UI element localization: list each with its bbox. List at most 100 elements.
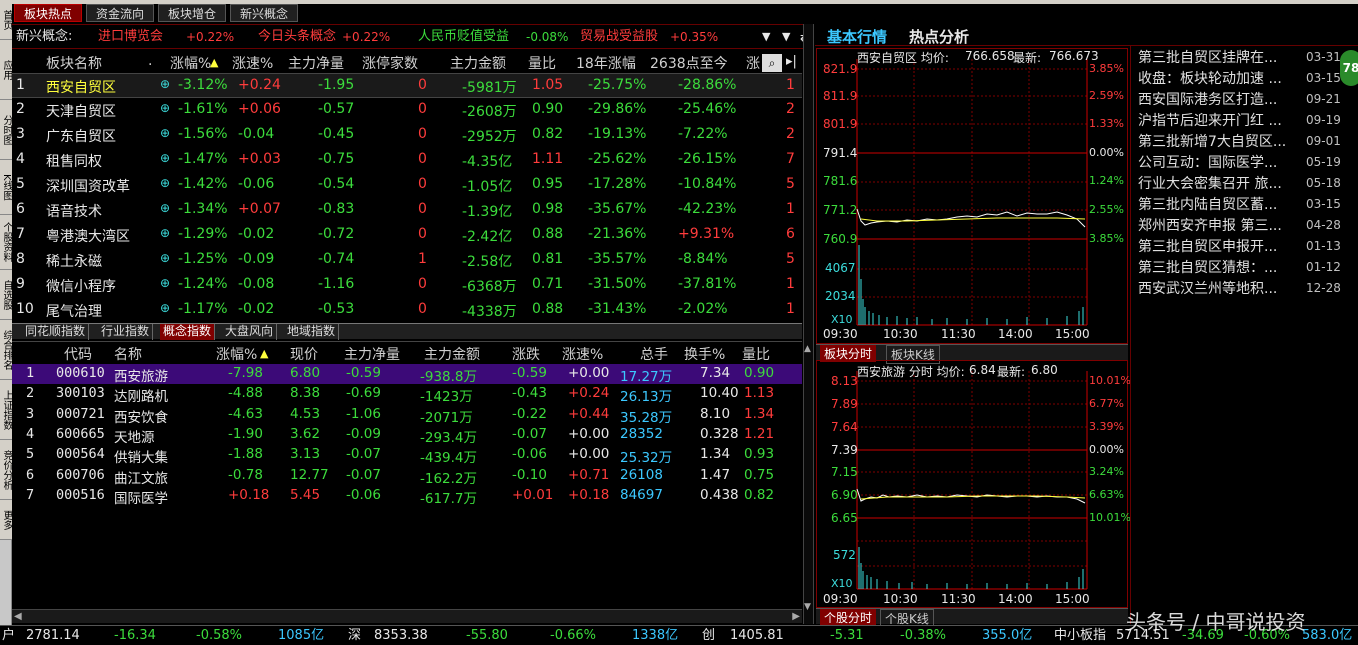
col-main-amount[interactable]: 主力金额 xyxy=(450,53,506,73)
concept-item-name[interactable]: 今日头条概念 xyxy=(258,25,336,49)
board-row[interactable]: 3 广东自贸区 ⊕ -1.56% -0.04 -0.45 0 -2952万 0.82 -19.13… xyxy=(12,123,802,148)
news-item[interactable]: 郑州西安齐申报 第三... xyxy=(1138,215,1318,235)
news-item[interactable]: 公司互动：国际医学... xyxy=(1138,152,1318,172)
tab-basic-quote[interactable]: 基本行情 xyxy=(827,26,887,47)
left-tab-more[interactable]: 更多 xyxy=(0,500,12,540)
stock-intraday-chart[interactable]: 西安旅游 分时 均价: 6.84 最新: 6.80 8.13 7.89 7.64… xyxy=(816,360,1131,608)
news-item[interactable]: 行业大会密集召开 旅... xyxy=(1138,173,1318,193)
plus-icon[interactable]: ⊕ xyxy=(160,301,170,315)
plus-icon[interactable]: ⊕ xyxy=(160,276,170,290)
sh-index[interactable]: 2781.14 xyxy=(26,626,80,645)
left-tab-sh-index[interactable]: 上证指数 xyxy=(0,380,12,440)
tab-industry-index[interactable]: 行业指数 xyxy=(98,324,154,340)
col-speed[interactable]: 涨速% xyxy=(232,53,273,73)
col-board-name[interactable]: 板块名称 xyxy=(46,53,102,73)
tab-sector-increase[interactable]: 板块增仓 xyxy=(158,4,226,22)
plus-icon[interactable]: ⊕ xyxy=(160,77,170,91)
col-change-pct[interactable]: 涨幅% xyxy=(216,344,257,364)
board-row[interactable]: 5 深圳国资改革 ⊕ -1.42% -0.06 -0.54 0 -1.05亿 0.95 -17.2… xyxy=(12,173,802,198)
plus-icon[interactable]: ⊕ xyxy=(160,201,170,215)
pin-icon[interactable]: ▸| xyxy=(786,54,797,69)
chevron-down-icon[interactable]: ▼ xyxy=(782,25,790,49)
notification-badge[interactable]: 78 xyxy=(1340,50,1358,86)
board-row[interactable]: 7 粤港澳大湾区 ⊕ -1.29% -0.02 -0.72 0 -2.42亿 0.88 -21.3… xyxy=(12,223,802,248)
left-tab-watchlist[interactable]: 自选股 xyxy=(0,270,12,320)
sector-intraday-chart[interactable]: 西安自贸区 均价: 766.658 最新: 766.673 821.9 811.… xyxy=(816,48,1128,344)
scroll-up-icon[interactable]: ▲ xyxy=(804,344,811,354)
plus-icon[interactable]: ⊕ xyxy=(160,226,170,240)
chevron-down-icon[interactable]: ▼ xyxy=(762,25,770,49)
news-item[interactable]: 第三批内陆自贸区蓄... xyxy=(1138,194,1318,214)
plus-icon[interactable]: ⊕ xyxy=(160,151,170,165)
concept-item-name[interactable]: 进口博览会 xyxy=(98,25,163,49)
left-tab-auction[interactable]: 竞价分析 xyxy=(0,440,12,500)
col-more[interactable]: 涨 xyxy=(746,53,760,73)
left-tab-timeshare[interactable]: 分时图 xyxy=(0,100,12,160)
stock-row[interactable]: 2 300103 达刚路机 -4.88 8.38 -0.69 -1423万 -0.43 +0.2… xyxy=(12,384,802,405)
news-item[interactable]: 第三批新增7大自贸区... xyxy=(1138,131,1318,151)
scroll-left-icon[interactable]: ◀ xyxy=(14,611,22,622)
left-tab-ranking[interactable]: 综合排名 xyxy=(0,320,12,380)
col-code[interactable]: 代码 xyxy=(64,344,92,364)
col-volume-ratio[interactable]: 量比 xyxy=(528,53,556,73)
news-item[interactable]: 收盘：板块轮动加速 ... xyxy=(1138,68,1318,88)
horizontal-scrollbar[interactable]: ◀ ▶ xyxy=(12,609,802,623)
concept-item-name[interactable]: 贸易战受益股 xyxy=(580,25,658,49)
cy-index[interactable]: 1405.81 xyxy=(730,626,784,645)
board-row[interactable]: 4 租售同权 ⊕ -1.47% +0.03 -0.75 0 -4.35亿 1.11 -25.62%… xyxy=(12,148,802,173)
col-speed[interactable]: 涨速% xyxy=(562,344,603,364)
news-item[interactable]: 第三批自贸区挂牌在... xyxy=(1138,47,1318,67)
stock-row[interactable]: 3 000721 西安饮食 -4.63 4.53 -1.06 -2071万 -0.22 +0.4… xyxy=(12,405,802,426)
tab-sector-hot[interactable]: 板块热点 xyxy=(14,4,82,22)
plus-icon[interactable]: ⊕ xyxy=(160,176,170,190)
col-name[interactable]: 名称 xyxy=(114,344,142,364)
col-limit-up-count[interactable]: 涨停家数 xyxy=(362,53,418,73)
col-main-net[interactable]: 主力净量 xyxy=(288,53,344,73)
stock-row[interactable]: 1 000610 西安旅游 -7.98 6.80 -0.59 -938.8万 -0.59 +0.… xyxy=(12,364,802,385)
col-since-2638[interactable]: 2638点至今 xyxy=(650,53,728,73)
board-row[interactable]: 8 稀土永磁 ⊕ -1.25% -0.09 -0.74 1 -2.58亿 0.81 -35.57%… xyxy=(12,248,802,273)
news-item[interactable]: 西安武汉兰州等地积... xyxy=(1138,278,1318,298)
left-tab-apps[interactable]: 应用 xyxy=(0,40,12,100)
plus-icon[interactable]: ⊕ xyxy=(160,101,170,115)
vertical-scrollbar[interactable]: ▲ ▼ xyxy=(803,24,814,624)
stock-row[interactable]: 5 000564 供销大集 -1.88 3.13 -0.07 -439.4万 -0.06 +0.… xyxy=(12,445,802,466)
tab-market-trend[interactable]: 大盘风向 xyxy=(222,324,278,340)
col-volume[interactable]: 总手 xyxy=(640,344,668,364)
left-tab-home[interactable]: 首页 xyxy=(0,0,12,40)
board-row[interactable]: 6 语音技术 ⊕ -1.34% +0.07 -0.83 0 -1.39亿 0.98 -35.67%… xyxy=(12,198,802,223)
news-item[interactable]: 沪指节后迎来开门红 ... xyxy=(1138,110,1318,130)
tab-stock-timeshare[interactable]: 个股分时 xyxy=(820,609,877,626)
tab-region-index[interactable]: 地域指数 xyxy=(284,324,340,340)
col-main-net[interactable]: 主力净量 xyxy=(344,344,400,364)
tab-fund-flow[interactable]: 资金流向 xyxy=(86,4,154,22)
concept-item-name[interactable]: 人民币贬值受益 xyxy=(418,25,509,49)
board-row[interactable]: 2 天津自贸区 ⊕ -1.61% +0.06 -0.57 0 -2608万 0.90 -29.86… xyxy=(12,98,802,123)
tab-concept-index[interactable]: 概念指数 xyxy=(160,324,216,340)
col-turnover[interactable]: 换手% xyxy=(684,344,725,364)
col-2018-change[interactable]: 18年涨幅 xyxy=(576,53,636,73)
board-row[interactable]: 10 尾气治理 ⊕ -1.17% -0.02 -0.53 0 -4338万 0.88 -31.43… xyxy=(12,298,802,323)
tab-ths-index[interactable]: 同花顺指数 xyxy=(22,324,90,340)
col-price[interactable]: 现价 xyxy=(290,344,318,364)
news-item[interactable]: 第三批自贸区猜想：... xyxy=(1138,257,1318,277)
col-diff[interactable]: 涨跌 xyxy=(512,344,540,364)
plus-icon[interactable]: ⊕ xyxy=(160,251,170,265)
tab-hot-analysis[interactable]: 热点分析 xyxy=(909,26,969,47)
news-item[interactable]: 第三批自贸区申报开... xyxy=(1138,236,1318,256)
left-tab-kline[interactable]: K线图 xyxy=(0,160,12,215)
board-row[interactable]: 1 西安自贸区 ⊕ -3.12% +0.24 -1.95 0 -5981万 1.05 -25.75… xyxy=(12,73,802,98)
col-main-amount[interactable]: 主力金额 xyxy=(424,344,480,364)
stock-row[interactable]: 4 600665 天地源 -1.90 3.62 -0.09 -293.4万 -0.07 +0.0… xyxy=(12,425,802,446)
board-row[interactable]: 9 微信小程序 ⊕ -1.24% -0.08 -1.16 0 -6368万 0.71 -31.50… xyxy=(12,273,802,298)
tab-emerging-concept[interactable]: 新兴概念 xyxy=(230,4,298,22)
news-item[interactable]: 西安国际港务区打造... xyxy=(1138,89,1318,109)
col-volume-ratio[interactable]: 量比 xyxy=(742,344,770,364)
left-tab-stock-info[interactable]: 个股资料 xyxy=(0,215,12,270)
stock-row[interactable]: 7 000516 国际医学 +0.18 5.45 -0.06 -617.7万 +0.01 +0.… xyxy=(12,486,802,507)
plus-icon[interactable]: ⊕ xyxy=(160,126,170,140)
search-icon[interactable]: ⌕ xyxy=(762,54,782,72)
scroll-down-icon[interactable]: ▼ xyxy=(804,602,811,612)
stock-row[interactable]: 6 600706 曲江文旅 -0.78 12.77 -0.07 -162.2万 -0.10 +0… xyxy=(12,466,802,487)
col-change-pct[interactable]: 涨幅% xyxy=(170,53,211,73)
